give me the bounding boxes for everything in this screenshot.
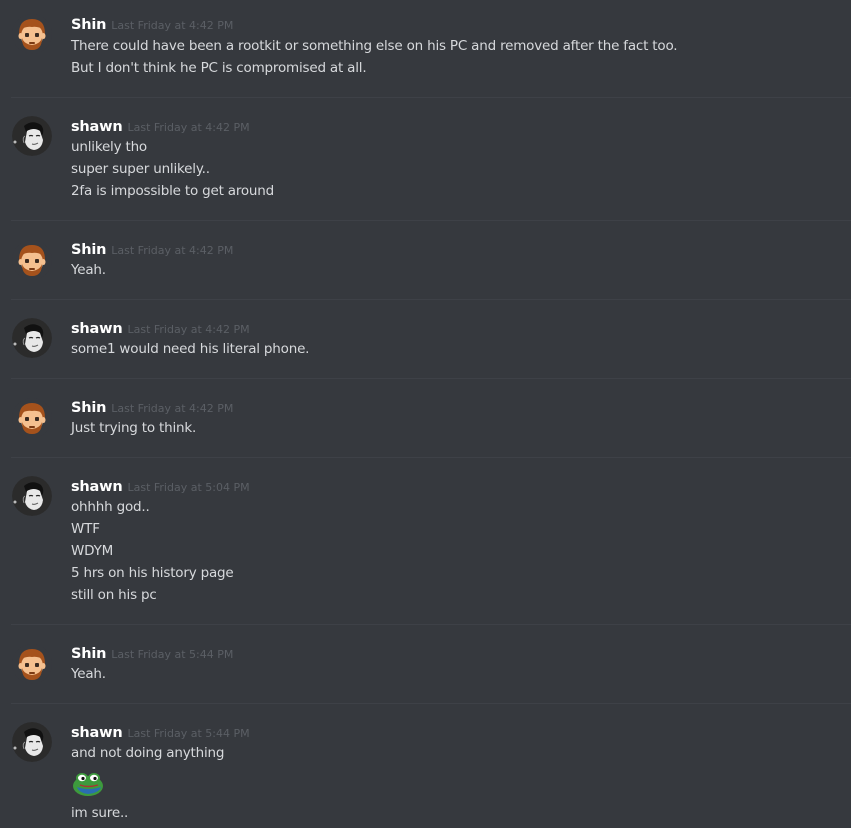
message-text: some1 would need his literal phone. [71, 341, 310, 357]
pepe-frog-emoji-icon[interactable] [71, 771, 107, 797]
bearded-man-avatar-icon[interactable] [12, 14, 52, 54]
username[interactable]: Shin [71, 242, 106, 258]
sketch-face-avatar-icon[interactable] [12, 116, 52, 156]
sketch-face-avatar-icon[interactable] [12, 722, 52, 762]
message-divider [11, 220, 851, 221]
timestamp: Last Friday at 4:42 PM [111, 402, 234, 415]
message-text: 5 hrs on his history page [71, 565, 234, 581]
timestamp: Last Friday at 4:42 PM [127, 323, 250, 336]
message-text: ohhhh god.. [71, 499, 150, 515]
message-header: shawn Last Friday at 5:44 PM [71, 722, 250, 742]
username[interactable]: Shin [71, 646, 106, 662]
message-text: still on his pc [71, 587, 157, 603]
message-header: Shin Last Friday at 4:42 PM [71, 239, 233, 259]
username[interactable]: shawn [71, 321, 123, 337]
message-header: Shin Last Friday at 4:42 PM [71, 14, 233, 34]
message-header: shawn Last Friday at 4:42 PM [71, 318, 250, 338]
message-divider [11, 457, 851, 458]
username[interactable]: Shin [71, 17, 106, 33]
sketch-face-avatar-icon[interactable] [12, 318, 52, 358]
username[interactable]: shawn [71, 479, 123, 495]
message-divider [11, 378, 851, 379]
username[interactable]: Shin [71, 400, 106, 416]
message-divider [11, 97, 851, 98]
message-text: WTF [71, 521, 100, 537]
chat-messages: Shin Last Friday at 4:42 PM There could h… [0, 0, 851, 828]
bearded-man-avatar-icon[interactable] [12, 240, 52, 280]
timestamp: Last Friday at 5:44 PM [111, 648, 234, 661]
message-header: shawn Last Friday at 5:04 PM [71, 476, 250, 496]
message-header: Shin Last Friday at 4:42 PM [71, 397, 233, 417]
message-divider [11, 624, 851, 625]
message-divider [11, 299, 851, 300]
message-text: Yeah. [71, 262, 106, 278]
username[interactable]: shawn [71, 725, 123, 741]
message-text: Just trying to think. [71, 420, 197, 436]
message-header: shawn Last Friday at 4:42 PM [71, 116, 250, 136]
message-text: super super unlikely.. [71, 161, 210, 177]
timestamp: Last Friday at 5:44 PM [127, 727, 250, 740]
message-text: im sure.. [71, 805, 129, 821]
message-text: unlikely tho [71, 139, 147, 155]
message-text: and not doing anything [71, 745, 225, 761]
message-header: Shin Last Friday at 5:44 PM [71, 643, 233, 663]
timestamp: Last Friday at 4:42 PM [111, 244, 234, 257]
sketch-face-avatar-icon[interactable] [12, 476, 52, 516]
message-text: But I don't think he PC is compromised a… [71, 60, 367, 76]
timestamp: Last Friday at 4:42 PM [111, 19, 234, 32]
message-text: Yeah. [71, 666, 106, 682]
message-text: There could have been a rootkit or somet… [71, 38, 678, 54]
bearded-man-avatar-icon[interactable] [12, 644, 52, 684]
message-text: WDYM [71, 543, 114, 559]
message-divider [11, 703, 851, 704]
username[interactable]: shawn [71, 119, 123, 135]
bearded-man-avatar-icon[interactable] [12, 398, 52, 438]
timestamp: Last Friday at 4:42 PM [127, 121, 250, 134]
timestamp: Last Friday at 5:04 PM [127, 481, 250, 494]
message-text: 2fa is impossible to get around [71, 183, 275, 199]
